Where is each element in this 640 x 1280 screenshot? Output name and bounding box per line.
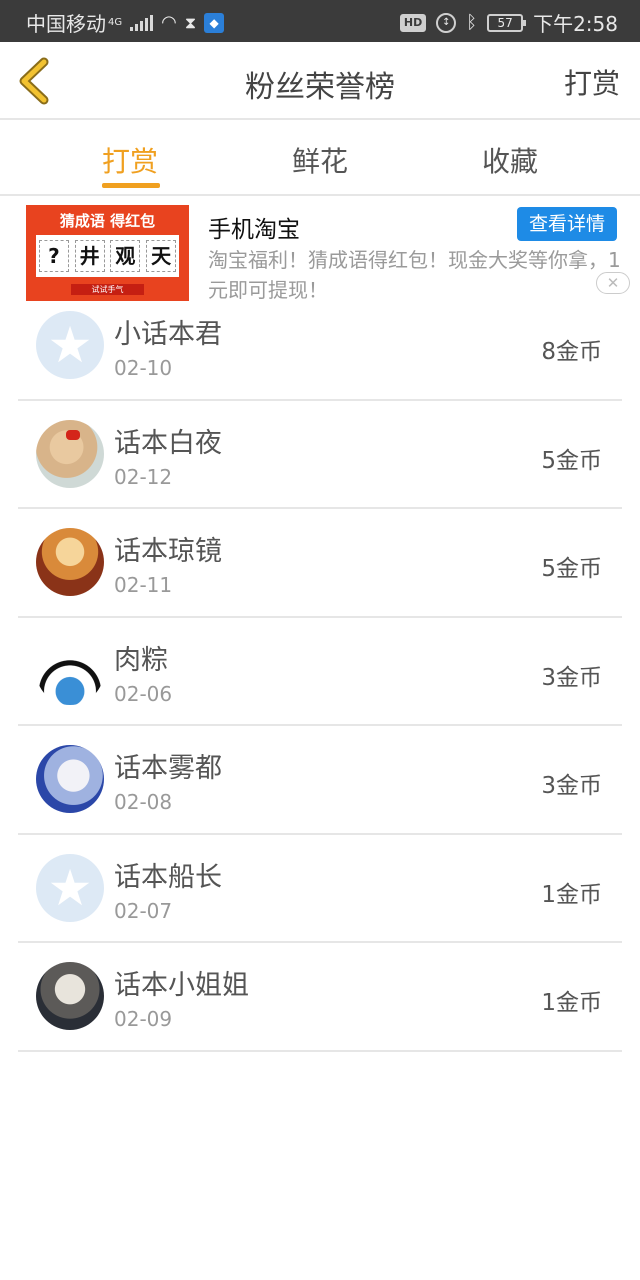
fan-name: 话本雾都	[114, 753, 222, 784]
network-label: 4G	[108, 17, 123, 28]
fan-list: ★ 小话本君 02-10 8金币 话本白夜 02-12 5金币 话本琼镜 02-…	[18, 292, 622, 1052]
fan-amount: 1金币	[541, 881, 602, 908]
list-item[interactable]: ★ 话本船长 02-07 1金币	[18, 835, 622, 943]
nav-header: 粉丝荣誉榜 打赏	[0, 42, 640, 120]
fan-name: 小话本君	[114, 319, 222, 350]
ad-close-icon[interactable]: ✕	[596, 272, 630, 294]
battery-icon: 57	[487, 13, 527, 32]
avatar	[36, 636, 104, 705]
page-title: 粉丝荣誉榜	[245, 70, 395, 105]
avatar	[36, 419, 104, 488]
fan-date: 02-09	[114, 1007, 173, 1031]
ad-image-grid: ? 井 观 天	[36, 235, 179, 277]
tab-reward[interactable]: 打赏	[70, 140, 190, 180]
fan-amount: 5金币	[541, 447, 602, 474]
ad-image[interactable]: 猜成语 得红包 ? 井 观 天 试试手气	[26, 205, 189, 301]
clock: 下午2:58	[533, 12, 618, 36]
list-item[interactable]: ★ 小话本君 02-10 8金币	[18, 292, 622, 401]
signal-icon	[130, 14, 154, 31]
list-item[interactable]: 话本雾都 02-08 3金币	[18, 726, 622, 835]
avatar	[36, 528, 104, 596]
carrier-label: 中国移动	[26, 12, 106, 36]
ad-char: 天	[146, 240, 177, 272]
status-right: HD ↕ ᛒ 57 下午2:58	[399, 8, 618, 37]
avatar	[36, 745, 104, 813]
fan-amount: 3金币	[541, 664, 602, 691]
fan-date: 02-08	[114, 790, 173, 814]
fan-name: 肉粽	[114, 644, 168, 676]
fan-name: 话本小姐姐	[114, 970, 249, 1001]
tab-favorites[interactable]: 收藏	[450, 140, 570, 180]
status-bar: 中国移动 4G ◠ ⧗ ◆ HD ↕ ᛒ 57 下午2:58	[0, 0, 640, 42]
fan-amount: 5金币	[541, 556, 602, 582]
tab-flowers[interactable]: 鲜花	[260, 140, 380, 180]
active-tab-indicator	[102, 183, 160, 188]
ad-char: 观	[110, 240, 141, 272]
data-saver-icon: ↕	[436, 12, 457, 33]
fan-amount: 3金币	[541, 773, 602, 799]
fan-amount: 1金币	[541, 990, 602, 1016]
ad-title: 手机淘宝	[208, 217, 300, 243]
list-item[interactable]: 肉粽 02-06 3金币	[18, 618, 622, 726]
avatar: ★	[36, 853, 104, 922]
fan-name: 话本白夜	[114, 427, 222, 459]
fan-date: 02-11	[114, 573, 173, 597]
avatar: ★	[36, 311, 104, 379]
shield-icon: ◆	[204, 12, 225, 33]
ad-banner[interactable]: 猜成语 得红包 ? 井 观 天 试试手气 手机淘宝 查看详情 淘宝福利！猜成语得…	[0, 198, 640, 306]
list-item[interactable]: 话本琼镜 02-11 5金币	[18, 509, 622, 618]
wifi-icon: ◠	[161, 12, 177, 33]
default-avatar-icon: ★	[47, 316, 93, 374]
ad-image-title: 猜成语 得红包	[59, 212, 156, 230]
tab-bar: 打赏 鲜花 收藏	[0, 120, 640, 196]
default-avatar-icon: ★	[47, 858, 93, 917]
ad-char: ?	[38, 240, 69, 272]
fan-date: 02-06	[114, 681, 173, 706]
fan-name: 话本琼镜	[114, 536, 222, 567]
list-item[interactable]: 话本白夜 02-12 5金币	[18, 401, 622, 509]
status-left: 中国移动 4G ◠ ⧗ ◆	[26, 8, 225, 37]
fan-name: 话本船长	[114, 861, 222, 893]
fan-date: 02-12	[114, 464, 173, 489]
bluetooth-icon: ᛒ	[466, 12, 478, 33]
avatar	[36, 962, 104, 1030]
hd-icon: HD	[399, 13, 427, 32]
ad-details-button[interactable]: 查看详情	[517, 207, 617, 241]
hourglass-icon: ⧗	[184, 12, 197, 32]
list-item[interactable]: 话本小姐姐 02-09 1金币	[18, 943, 622, 1052]
reward-button[interactable]: 打赏	[564, 62, 620, 102]
fan-date: 02-10	[114, 356, 173, 380]
fan-date: 02-07	[114, 898, 173, 923]
fan-amount: 8金币	[541, 339, 602, 365]
ad-char: 井	[74, 240, 105, 272]
